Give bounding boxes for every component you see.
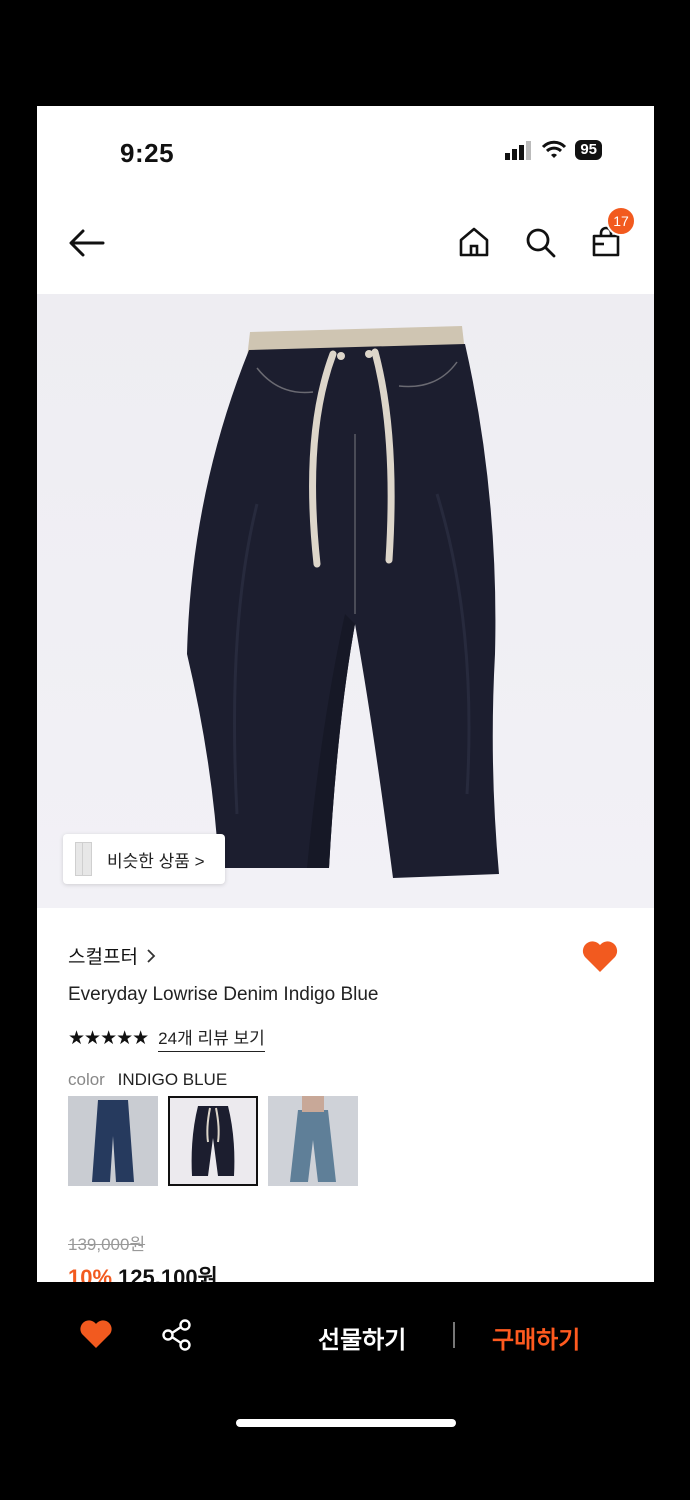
brand-link[interactable]: 스컬프터 bbox=[68, 942, 156, 969]
product-info: 스컬프터 Everyday Lowrise Denim Indigo Blue … bbox=[37, 908, 654, 1282]
cart-button[interactable]: 17 bbox=[588, 206, 636, 260]
rating-row: ★★★★★ 24개 리뷰 보기 bbox=[68, 1024, 265, 1052]
review-link[interactable]: 24개 리뷰 보기 bbox=[158, 1024, 265, 1052]
search-icon[interactable] bbox=[522, 224, 558, 260]
heart-icon[interactable] bbox=[78, 1318, 114, 1350]
status-bar: 9:25 95 bbox=[37, 106, 654, 202]
home-icon[interactable] bbox=[456, 224, 492, 260]
swatch-light-wash[interactable] bbox=[268, 1096, 358, 1186]
bottom-action-bar: 선물하기 구매하기 bbox=[0, 1282, 690, 1392]
brand-name: 스컬프터 bbox=[68, 947, 138, 968]
similar-thumbnail-stack bbox=[75, 842, 97, 876]
share-icon[interactable] bbox=[160, 1318, 194, 1352]
chevron-right-icon bbox=[147, 948, 156, 963]
status-time: 9:25 bbox=[120, 138, 175, 168]
sale-price: 125,100원 bbox=[118, 1265, 218, 1282]
back-arrow-icon[interactable] bbox=[67, 228, 107, 258]
status-icons: 95 bbox=[505, 140, 602, 160]
nav-actions: 17 bbox=[456, 206, 636, 260]
color-label: color bbox=[68, 1070, 105, 1089]
action-divider bbox=[453, 1322, 455, 1348]
star-rating: ★★★★★ bbox=[68, 1027, 149, 1049]
buy-button[interactable]: 구매하기 bbox=[492, 1320, 580, 1355]
color-row: color INDIGO BLUE bbox=[68, 1070, 227, 1090]
app-screen: 9:25 95 17 비슷한 상품 > 스컬프터 Everyday Lowris… bbox=[37, 106, 654, 1282]
color-value: INDIGO BLUE bbox=[117, 1070, 228, 1089]
signal-icon bbox=[505, 141, 532, 160]
similar-products-button[interactable]: 비슷한 상품 > bbox=[63, 834, 225, 884]
nav-bar: 17 bbox=[37, 202, 654, 294]
swatch-indigo-blue-image bbox=[170, 1098, 256, 1184]
product-title: Everyday Lowrise Denim Indigo Blue bbox=[68, 984, 379, 1005]
cart-count-badge: 17 bbox=[606, 206, 636, 236]
similar-products-label: 비슷한 상품 > bbox=[107, 851, 205, 871]
swatch-dark-denim[interactable] bbox=[68, 1096, 158, 1186]
swatch-dark-denim-image bbox=[68, 1096, 158, 1186]
discount-rate: 10% bbox=[68, 1265, 113, 1282]
gift-button[interactable]: 선물하기 bbox=[318, 1320, 406, 1355]
swatch-indigo-blue[interactable] bbox=[168, 1096, 258, 1186]
wifi-icon bbox=[542, 140, 567, 158]
product-image[interactable]: 비슷한 상품 > bbox=[37, 294, 654, 908]
home-indicator[interactable] bbox=[236, 1419, 456, 1427]
battery-indicator: 95 bbox=[575, 140, 602, 160]
wishlist-heart-icon[interactable] bbox=[580, 938, 620, 974]
color-swatches bbox=[68, 1096, 358, 1186]
original-price: 139,000원 bbox=[68, 1235, 146, 1254]
denim-pants-image bbox=[37, 294, 654, 908]
price-row: 10% 125,100원 bbox=[68, 1260, 218, 1282]
swatch-light-wash-image bbox=[268, 1096, 358, 1186]
